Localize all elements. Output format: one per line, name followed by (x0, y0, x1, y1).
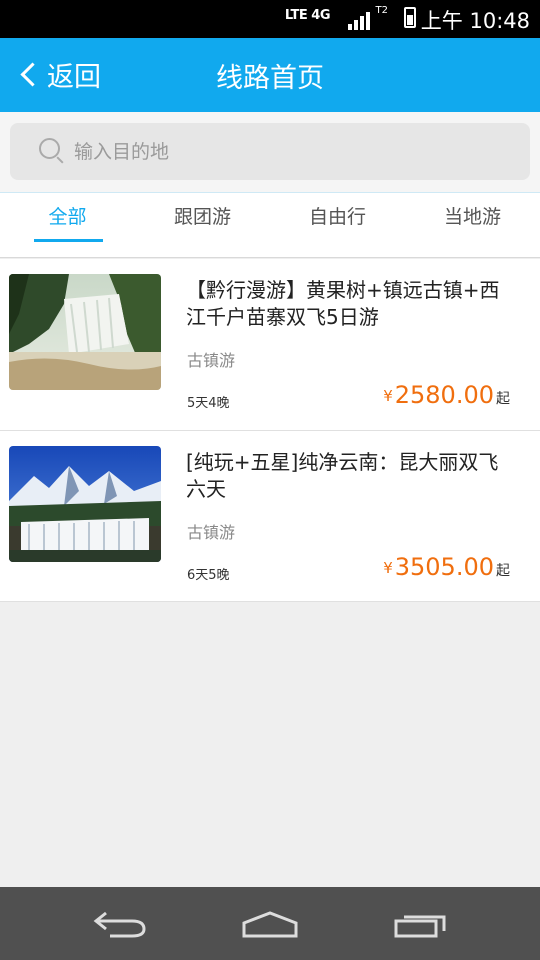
route-list: 【黔行漫游】黄果树+镇远古镇+西江千户苗寨双飞5日游 古镇游 5天4晚 ¥258… (0, 259, 540, 602)
route-title: [纯玩+五星]纯净云南：昆大丽双飞六天 (186, 450, 499, 501)
search-box[interactable] (10, 123, 530, 180)
search-area (0, 112, 540, 192)
app-header: 返回 线路首页 (0, 38, 540, 112)
category-tabs: 全部 跟团游 自由行 当地游 (0, 192, 540, 258)
route-duration: 5天4晚 (187, 396, 230, 411)
currency-symbol: ¥ (383, 387, 393, 405)
back-nav-icon[interactable] (92, 909, 148, 939)
search-icon (39, 138, 60, 159)
route-tag: 古镇游 (187, 351, 236, 370)
price-value: 3505.00 (394, 553, 494, 581)
sim-indicator: T2 (375, 5, 388, 16)
route-title: 【黔行漫游】黄果树+镇远古镇+西江千户苗寨双飞5日游 (186, 278, 500, 329)
currency-symbol: ¥ (383, 559, 393, 577)
signal-icon (348, 10, 370, 30)
price-value: 2580.00 (394, 381, 494, 409)
tab-independent[interactable]: 自由行 (270, 193, 405, 257)
home-nav-icon[interactable] (240, 909, 300, 939)
list-item[interactable]: 【黔行漫游】黄果树+镇远古镇+西江千户苗寨双飞5日游 古镇游 5天4晚 ¥258… (0, 259, 540, 431)
battery-icon (404, 7, 416, 28)
price-suffix: 起 (496, 563, 510, 579)
route-price: ¥3505.00 起 (383, 553, 510, 581)
page-title: 线路首页 (216, 63, 324, 94)
price-suffix: 起 (496, 391, 510, 407)
tab-group-tour[interactable]: 跟团游 (135, 193, 270, 257)
search-input[interactable] (72, 135, 496, 169)
waterfall-photo (9, 274, 161, 390)
list-item[interactable]: [纯玩+五星]纯净云南：昆大丽双飞六天 古镇游 6天5晚 ¥3505.00 起 (0, 431, 540, 602)
clock: 上午 10:48 (420, 9, 530, 33)
snow-mountain-waterfall-photo (9, 446, 161, 562)
route-price: ¥2580.00 起 (383, 381, 510, 409)
tab-all[interactable]: 全部 (0, 193, 135, 257)
route-duration: 6天5晚 (187, 568, 230, 583)
recent-apps-icon[interactable] (392, 909, 452, 939)
status-bar: LTE 4G T2 上午 10:48 (0, 0, 540, 38)
route-tag: 古镇游 (187, 523, 236, 542)
tab-local-tour[interactable]: 当地游 (405, 193, 540, 257)
system-nav-bar (0, 887, 540, 960)
network-indicator: LTE 4G (284, 8, 331, 23)
